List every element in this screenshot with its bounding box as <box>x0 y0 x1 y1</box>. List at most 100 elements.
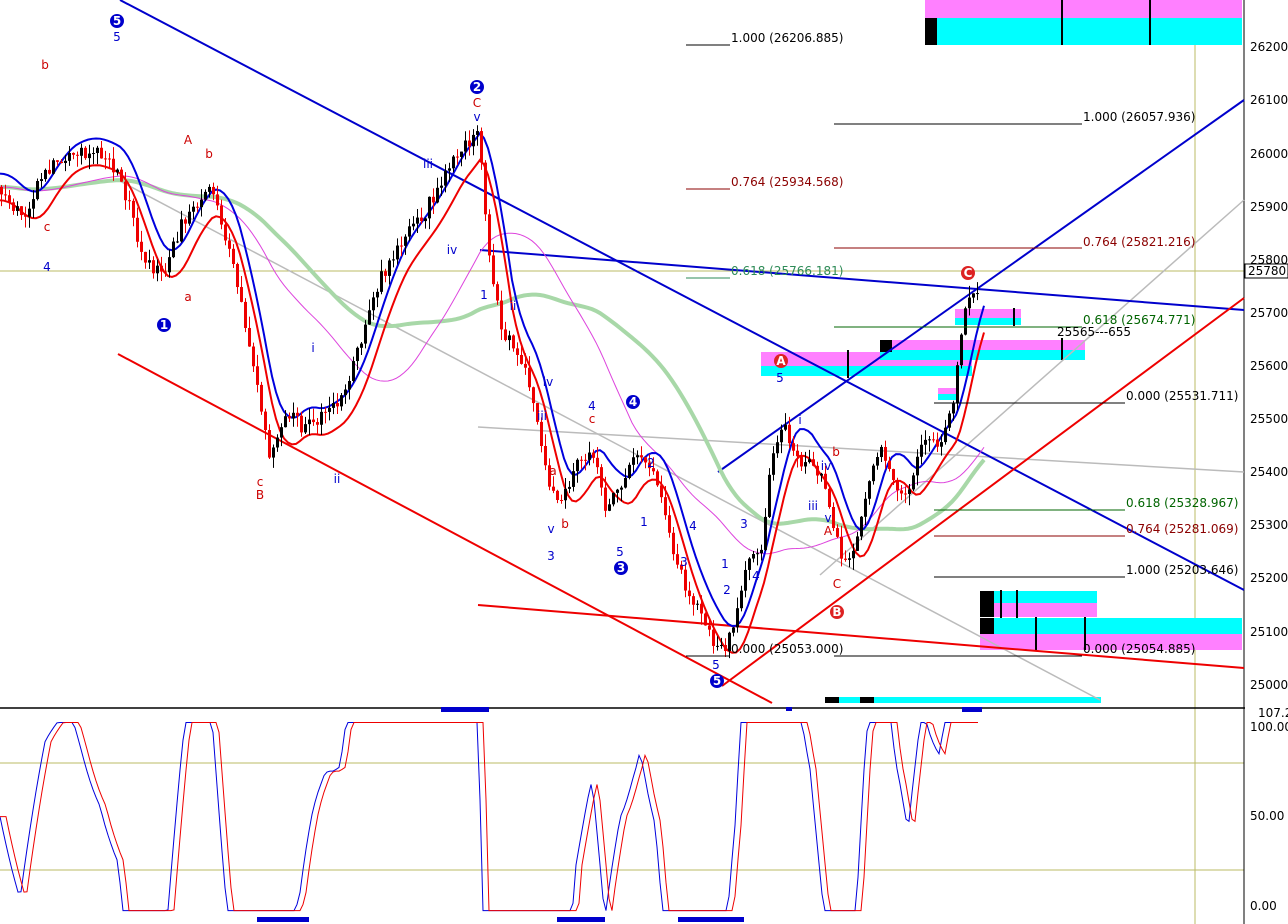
candle-body <box>220 205 223 225</box>
candle-body <box>636 455 639 458</box>
candle-body <box>300 415 303 433</box>
wave-label: c <box>589 412 596 426</box>
candle-body <box>876 457 879 466</box>
candle-body <box>296 412 299 416</box>
price-chart: 1.000 (26206.885) 1.000 (26057.936) 0.76… <box>0 0 1288 924</box>
zone-low2-cyan <box>980 618 1242 634</box>
wave-label: 2 <box>723 583 731 597</box>
wave-label: b <box>205 147 213 161</box>
wave-label: c <box>44 220 51 234</box>
candle-body <box>412 223 415 227</box>
last-price-label: 25780. <box>1248 264 1288 278</box>
candle-body <box>500 300 503 330</box>
wave-label: iii <box>808 499 818 513</box>
candle-body <box>944 427 947 443</box>
candle-body <box>948 413 951 428</box>
candle-body <box>168 257 171 273</box>
candle-body <box>336 403 339 407</box>
candle-body <box>736 608 739 628</box>
candle-body <box>932 439 935 441</box>
candle-body <box>860 516 863 537</box>
candle-body <box>472 134 475 147</box>
candle-body <box>864 498 867 517</box>
candle-body <box>856 536 859 551</box>
candle-body <box>88 153 91 159</box>
candle-body <box>568 486 571 489</box>
candle-body <box>520 354 523 364</box>
candle-body <box>340 395 343 407</box>
candle-body <box>884 446 887 461</box>
candle-body <box>172 241 175 258</box>
candle-body <box>36 181 39 200</box>
candle-body <box>148 260 151 263</box>
wave-label: 1 <box>160 318 168 332</box>
candle-body <box>444 170 447 186</box>
candle-body <box>260 384 263 412</box>
candle-body <box>236 264 239 288</box>
candle-body <box>52 160 55 174</box>
wave-label: 5 <box>616 545 624 559</box>
fib-label: 0.000 (25531.711) <box>1126 389 1238 403</box>
candle-body <box>972 293 975 298</box>
candle-body <box>164 271 167 273</box>
candle-body <box>268 430 271 458</box>
candle-body <box>356 347 359 362</box>
candle-body <box>60 161 63 164</box>
candle-body <box>916 456 919 476</box>
candle-body <box>624 478 627 488</box>
wave-label: iii <box>423 157 433 171</box>
candle-body <box>372 297 375 311</box>
zone-low1-cyan <box>980 591 1097 603</box>
candle-body <box>156 265 159 274</box>
candle-body <box>460 151 463 157</box>
candle-body <box>724 645 727 652</box>
candle-body <box>252 346 255 367</box>
candle-body <box>292 412 295 419</box>
candle-body <box>872 465 875 482</box>
candle-body <box>572 471 575 487</box>
price-tick: 25300 <box>1250 518 1288 532</box>
wave-label: ii <box>334 472 341 486</box>
candle-body <box>304 424 307 433</box>
candle-body <box>896 479 899 491</box>
wave-label: 5 <box>113 14 121 28</box>
fib-label: 0.618 (25328.967) <box>1126 496 1238 510</box>
wave-label: 2 <box>473 80 481 94</box>
candle-body <box>428 196 431 219</box>
candle-body <box>632 457 635 465</box>
candle-body <box>528 367 531 388</box>
candle-body <box>368 310 371 325</box>
candle-body <box>524 363 527 368</box>
candle-body <box>960 334 963 366</box>
candle-body <box>760 549 763 554</box>
candle-body <box>380 271 383 292</box>
fib-label: 0.618 (25766.181) <box>731 264 843 278</box>
candle-body <box>808 459 811 463</box>
wave-label: 4 <box>629 395 637 409</box>
candle-body <box>780 429 783 443</box>
candle-body <box>940 442 943 447</box>
osc-tick: 0.00 <box>1250 899 1277 913</box>
candle-body <box>48 169 51 174</box>
candle-body <box>240 287 243 302</box>
candle-body <box>128 200 131 202</box>
wave-label: a <box>184 290 191 304</box>
candle-body <box>104 158 107 160</box>
candle-body <box>448 168 451 171</box>
candle-body <box>560 499 563 501</box>
fib-label: 0.000 (25054.885) <box>1083 642 1195 656</box>
candle-body <box>348 380 351 390</box>
wave-label: A <box>824 524 833 538</box>
zone-b-magenta <box>880 340 1085 350</box>
candle-body <box>660 485 663 498</box>
candle-body <box>224 224 227 241</box>
candle-body <box>828 488 831 507</box>
wave-label: 3 <box>740 517 748 531</box>
price-tick: 25900 <box>1250 200 1288 214</box>
price-tick: 25400 <box>1250 465 1288 479</box>
wave-label: 1 <box>480 288 488 302</box>
candle-body <box>140 241 143 252</box>
candle-body <box>116 169 119 173</box>
candle-body <box>68 152 71 161</box>
wave-label: A <box>776 354 786 368</box>
